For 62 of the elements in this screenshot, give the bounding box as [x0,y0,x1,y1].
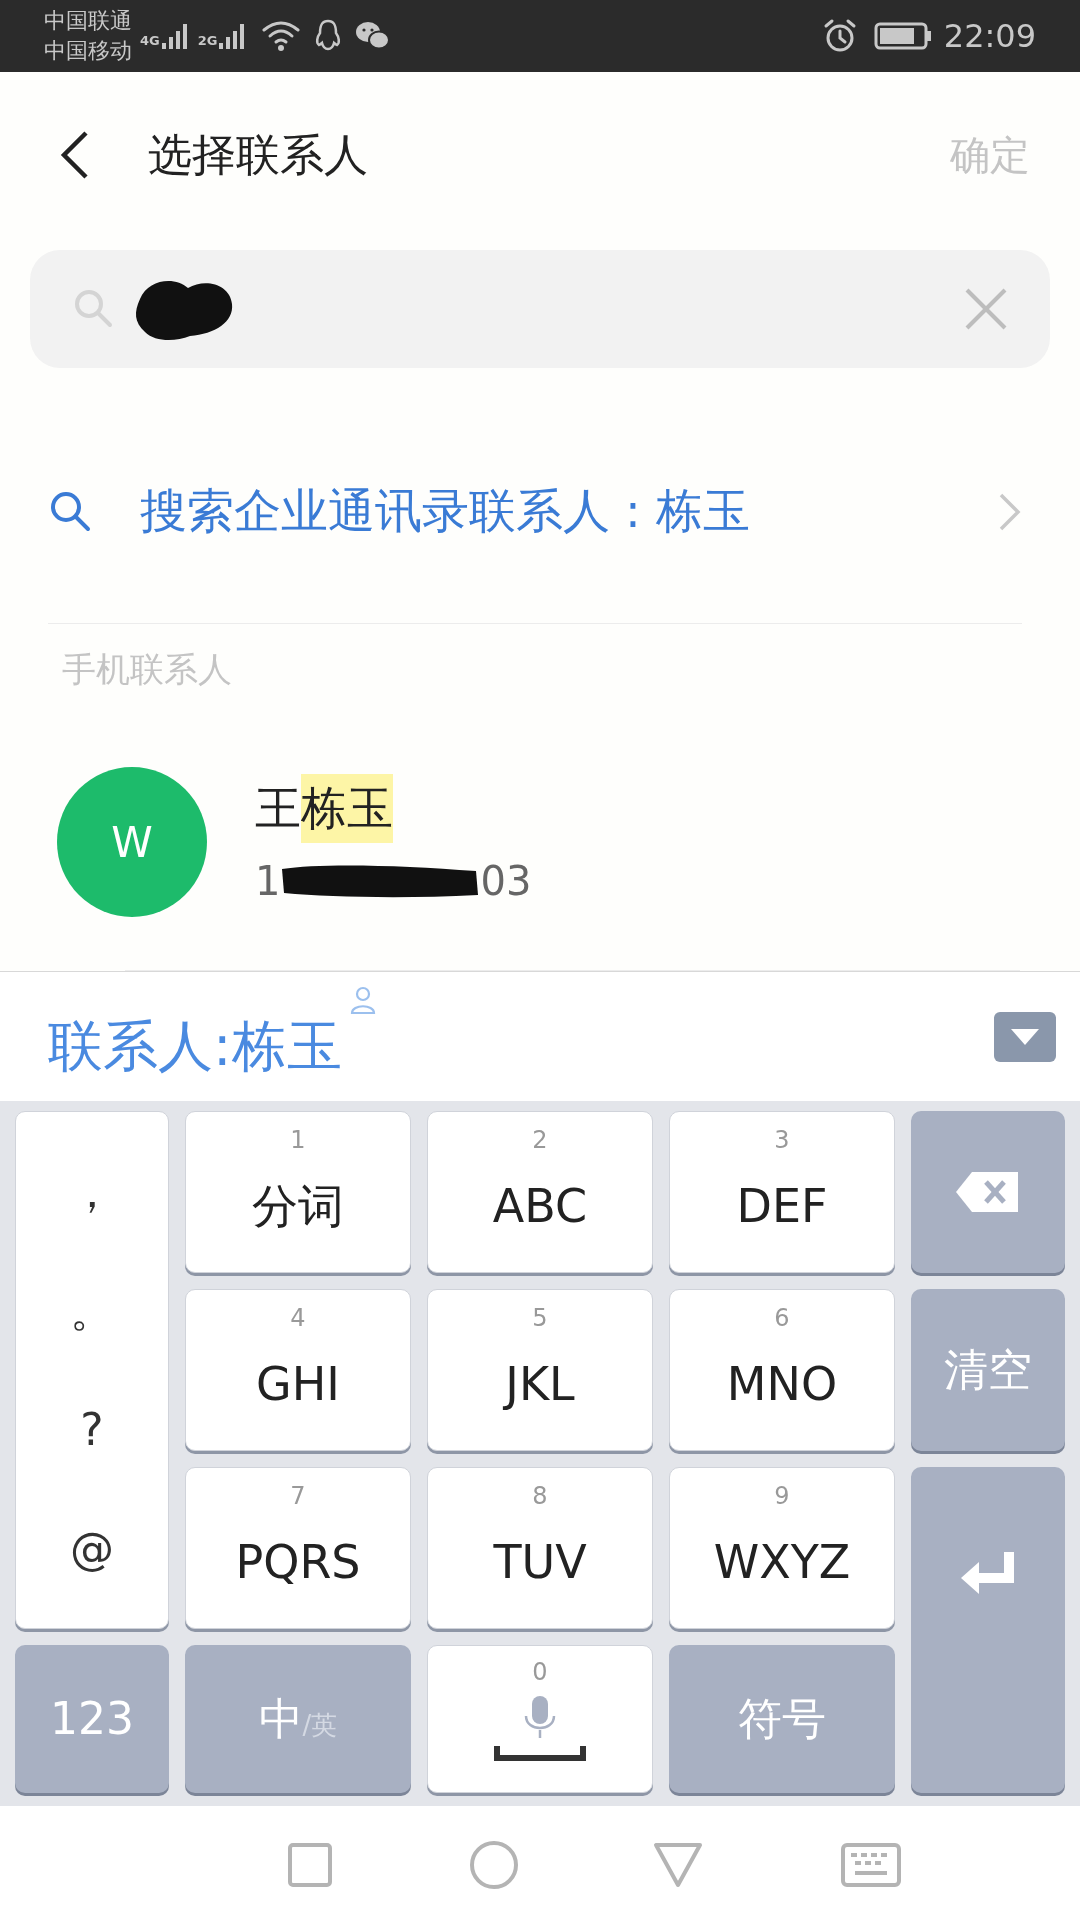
section-title: 手机联系人 [61,647,233,691]
contact-name: 王栋玉 [255,773,532,843]
letter-key[interactable]: 9 WXYZ [669,1467,895,1629]
letter-key[interactable]: 4 GHI [185,1289,411,1451]
home-icon [469,1840,519,1890]
language-separator: / [302,1708,312,1742]
enterprise-search-row[interactable]: 搜索企业通讯录联系人 : 栋玉 [48,400,1022,624]
battery-icon [873,21,932,51]
search-field[interactable] [30,250,1050,368]
network-type: 4G [140,32,160,50]
back-triangle-icon [653,1842,703,1888]
key-label: JKL [505,1356,575,1413]
close-icon [964,287,1008,331]
clock-time: 22:09 [943,16,1036,57]
key-label: TUV [493,1534,587,1591]
candidate-word[interactable]: 联系人:栋玉 [48,1005,342,1088]
key-label: PQRS [235,1534,361,1591]
key-digit: 4 [290,1303,306,1334]
letter-key[interactable]: 3 DEF [669,1111,895,1273]
enterprise-search-label: 搜索企业通讯录联系人 : 栋玉 [140,482,750,541]
key-label: GHI [256,1356,340,1413]
key-digit: 3 [774,1125,790,1156]
letter-key[interactable]: 2 ABC [427,1111,653,1273]
key-label: WXYZ [713,1534,851,1591]
key-digit: 2 [532,1125,548,1156]
letter-key[interactable]: 7 PQRS [185,1467,411,1629]
wifi-icon [261,19,302,53]
letter-key[interactable]: 1 分词 [185,1111,411,1273]
carrier-name: 中国移动 [44,37,132,65]
key-digit: 7 [290,1481,306,1512]
collapse-keyboard-button[interactable] [994,1011,1056,1062]
key-label: ABC [492,1178,588,1235]
letter-key[interactable]: 6 MNO [669,1289,895,1451]
key-label: DEF [736,1178,828,1235]
key-digit: 1 [290,1125,306,1156]
caret-down-icon [1009,1026,1041,1047]
language-main: 中 [258,1692,303,1746]
page-title: 选择联系人 [148,127,368,182]
signal-icon [159,21,190,51]
contact-avatar: W [57,767,207,917]
key-label: 分词 [252,1178,344,1235]
letter-key[interactable]: 8 TUV [427,1467,653,1629]
microphone-space-icon [493,1696,587,1762]
key-digit: 9 [774,1481,790,1512]
clear-button[interactable] [964,287,1008,331]
phone-number: 03 [480,856,532,906]
chevron-right-icon [998,491,1022,532]
recent-apps-icon [287,1842,333,1888]
punctuation-key[interactable]: ， 。 ? @ [15,1111,169,1629]
person-icon [349,985,376,1016]
key-digit: 5 [532,1303,548,1334]
carrier-name: 中国联通 [44,7,132,35]
keyboard-icon [841,1843,901,1887]
phone-number: 1 [255,856,281,906]
backspace-key[interactable] [911,1111,1065,1273]
key-label: MNO [726,1356,838,1413]
contact-row[interactable]: W 王栋玉 1 03 [0,714,1080,970]
letter-key[interactable]: 5 JKL [427,1289,653,1451]
key-digit: 8 [532,1481,548,1512]
network-type: 2G [197,32,218,50]
key-digit: 6 [774,1303,790,1334]
key-digit: 0 [532,1657,548,1688]
